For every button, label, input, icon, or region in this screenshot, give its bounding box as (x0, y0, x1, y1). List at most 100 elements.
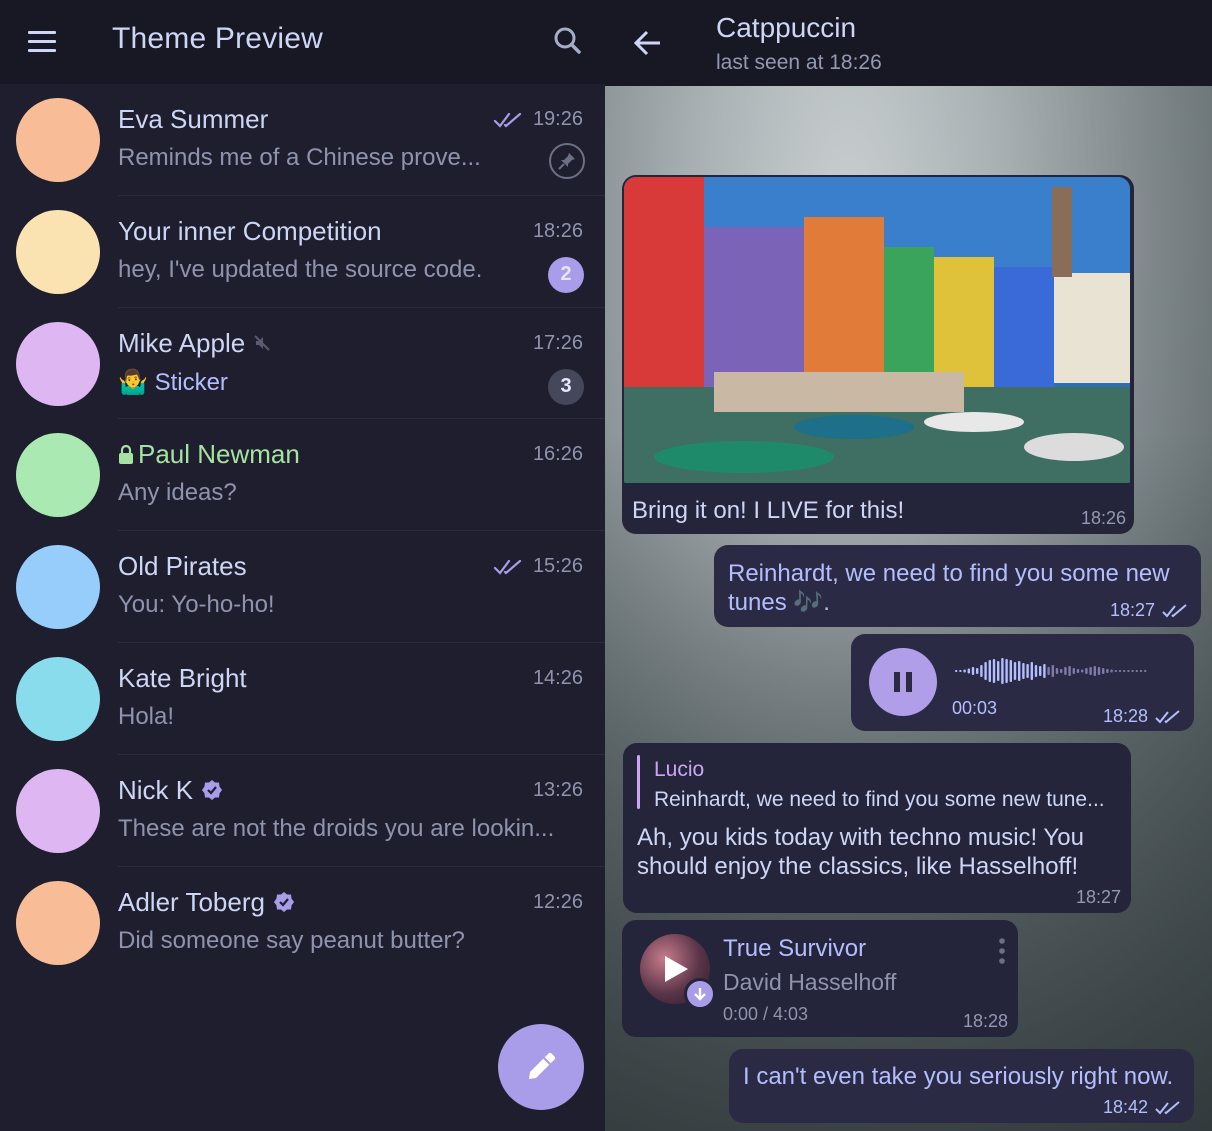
waveform-bar (1055, 668, 1059, 674)
muted-icon (254, 335, 270, 351)
pause-button[interactable] (869, 648, 937, 716)
chat-meta: 13:26 (533, 779, 583, 802)
back-button[interactable] (631, 26, 665, 60)
reply-bar (637, 755, 640, 809)
waveform-bar (1123, 670, 1126, 672)
double-check-icon (493, 112, 522, 128)
chat-meta: 14:26 (533, 667, 583, 690)
message-text: I can't even take you seriously right no… (743, 1063, 1174, 1090)
waveform-bar (976, 668, 979, 674)
hamburger-icon-bar (28, 49, 56, 52)
waveform-bar (1013, 662, 1017, 680)
waveform-bar (967, 668, 970, 674)
chat-row[interactable]: Kate Bright 14:26 Hola! (0, 643, 605, 755)
chat-meta: 15:26 (493, 555, 583, 578)
chat-name: Mike Apple (118, 327, 246, 358)
chat-name-wrap: Paul Newman (118, 439, 300, 470)
waveform-bar (988, 660, 991, 682)
compose-button[interactable] (498, 1024, 584, 1110)
unread-badge: 2 (548, 256, 584, 293)
chat-preview: Sticker (154, 368, 228, 396)
avatar (16, 321, 100, 406)
chat-row[interactable]: Eva Summer 19:26 Reminds me of a Chinese… (0, 84, 605, 196)
avatar (16, 656, 100, 741)
chat-title[interactable]: Catppuccin (716, 12, 856, 44)
play-icon (665, 956, 688, 982)
waveform-bar (1034, 665, 1038, 677)
photo-caption: Bring it on! I LIVE for this! (632, 497, 905, 524)
chat-row[interactable]: Mike Apple 17:26 🤷‍♂️ Sticker 3 (0, 308, 605, 420)
waveform-bar (1047, 667, 1050, 675)
chat-name-wrap: Adler Toberg (118, 887, 295, 918)
photo-image (624, 177, 1130, 483)
track-artist: David Hasselhoff (723, 969, 897, 995)
lock-icon (119, 444, 133, 464)
search-icon (554, 27, 581, 54)
chat-row[interactable]: Old Pirates 15:26 You: Yo-ho-ho! (0, 531, 605, 643)
reply-author[interactable]: Lucio (654, 758, 704, 782)
download-icon (694, 988, 706, 1001)
chat-meta: 19:26 (493, 108, 583, 131)
chat-meta: 17:26 (533, 332, 583, 355)
outgoing-message[interactable]: I can't even take you seriously right no… (729, 1049, 1194, 1123)
waveform[interactable] (955, 656, 1155, 686)
search-button[interactable] (548, 22, 588, 62)
reply-message[interactable]: Lucio Reinhardt, we need to find you som… (623, 743, 1131, 913)
chat-list-pane: Theme Preview Eva Summer 19:26 Reminds m… (0, 0, 605, 1131)
waveform-bar (1022, 663, 1025, 679)
chat-time: 14:26 (532, 666, 583, 689)
chat-meta: 18:26 (533, 220, 583, 243)
chat-name: Old Pirates (118, 551, 247, 582)
chat-time: 15:26 (532, 555, 583, 578)
chat-name-wrap: Nick K (118, 775, 223, 806)
waveform-bar (1076, 669, 1080, 673)
download-button[interactable] (684, 978, 716, 1010)
avatar (16, 768, 100, 853)
chat-preview: Hola! (118, 702, 175, 730)
verified-icon (273, 892, 294, 913)
outgoing-message[interactable]: Reinhardt, we need to find you some new … (714, 545, 1201, 627)
chat-preview: Any ideas? (118, 479, 237, 507)
chat-row[interactable]: Adler Toberg 12:26 Did someone say peanu… (0, 867, 605, 979)
waveform-bar (1089, 667, 1092, 675)
voice-duration: 00:03 (952, 698, 998, 718)
chat-name-wrap: Kate Bright (118, 663, 247, 694)
message-meta: 18:27 (1110, 600, 1189, 621)
burano-photo[interactable] (624, 177, 1130, 483)
waveform-bar (1018, 661, 1021, 681)
chat-row[interactable]: Your inner Competition 18:26 hey, I've u… (0, 196, 605, 308)
photo-message[interactable]: Bring it on! I LIVE for this! 18:26 (622, 175, 1134, 534)
waveform-bar (1081, 669, 1084, 673)
waveform-bar (1026, 664, 1029, 678)
waveform-bar (1039, 666, 1042, 676)
waveform-bar (1139, 670, 1143, 672)
waveform-bar (992, 659, 996, 683)
waveform-bar (1001, 658, 1004, 684)
more-options-button[interactable] (996, 936, 1008, 966)
message-time: 18:28 (1102, 706, 1148, 726)
pin-icon (549, 143, 585, 179)
waveform-bar (1144, 670, 1147, 672)
waveform-bar (1068, 666, 1071, 676)
waveform-bar (1085, 668, 1088, 674)
chat-preview-wrap: 🤷‍♂️ Sticker (118, 368, 228, 397)
menu-button[interactable] (24, 26, 60, 58)
waveform-bar (1060, 669, 1063, 673)
chat-preview: You: Yo-ho-ho! (118, 591, 275, 619)
chat-status: last seen at 18:26 (716, 51, 882, 74)
music-message[interactable]: True Survivor David Hasselhoff 0:00 / 4:… (622, 920, 1018, 1037)
voice-message[interactable]: 00:03 18:28 (851, 634, 1194, 731)
chat-name: Eva Summer (118, 104, 269, 134)
app-toolbar: Theme Preview (0, 0, 605, 84)
waveform-bar (1131, 670, 1134, 672)
app-title: Theme Preview (112, 22, 324, 55)
chat-row[interactable]: Nick K 13:26 These are not the droids yo… (0, 755, 605, 867)
waveform-bar (1064, 667, 1067, 675)
reply-quote[interactable]: Reinhardt, we need to find you some new … (654, 788, 1105, 812)
chat-preview: Reminds me of a Chinese prove... (118, 144, 481, 171)
message-meta: 18:42 (1103, 1097, 1182, 1118)
chat-row[interactable]: Paul Newman 16:26 Any ideas? (0, 419, 605, 532)
chat-time: 13:26 (532, 778, 583, 801)
chat-time: 16:26 (532, 443, 583, 466)
telegram-app: Theme Preview Eva Summer 19:26 Reminds m… (0, 0, 1212, 1131)
